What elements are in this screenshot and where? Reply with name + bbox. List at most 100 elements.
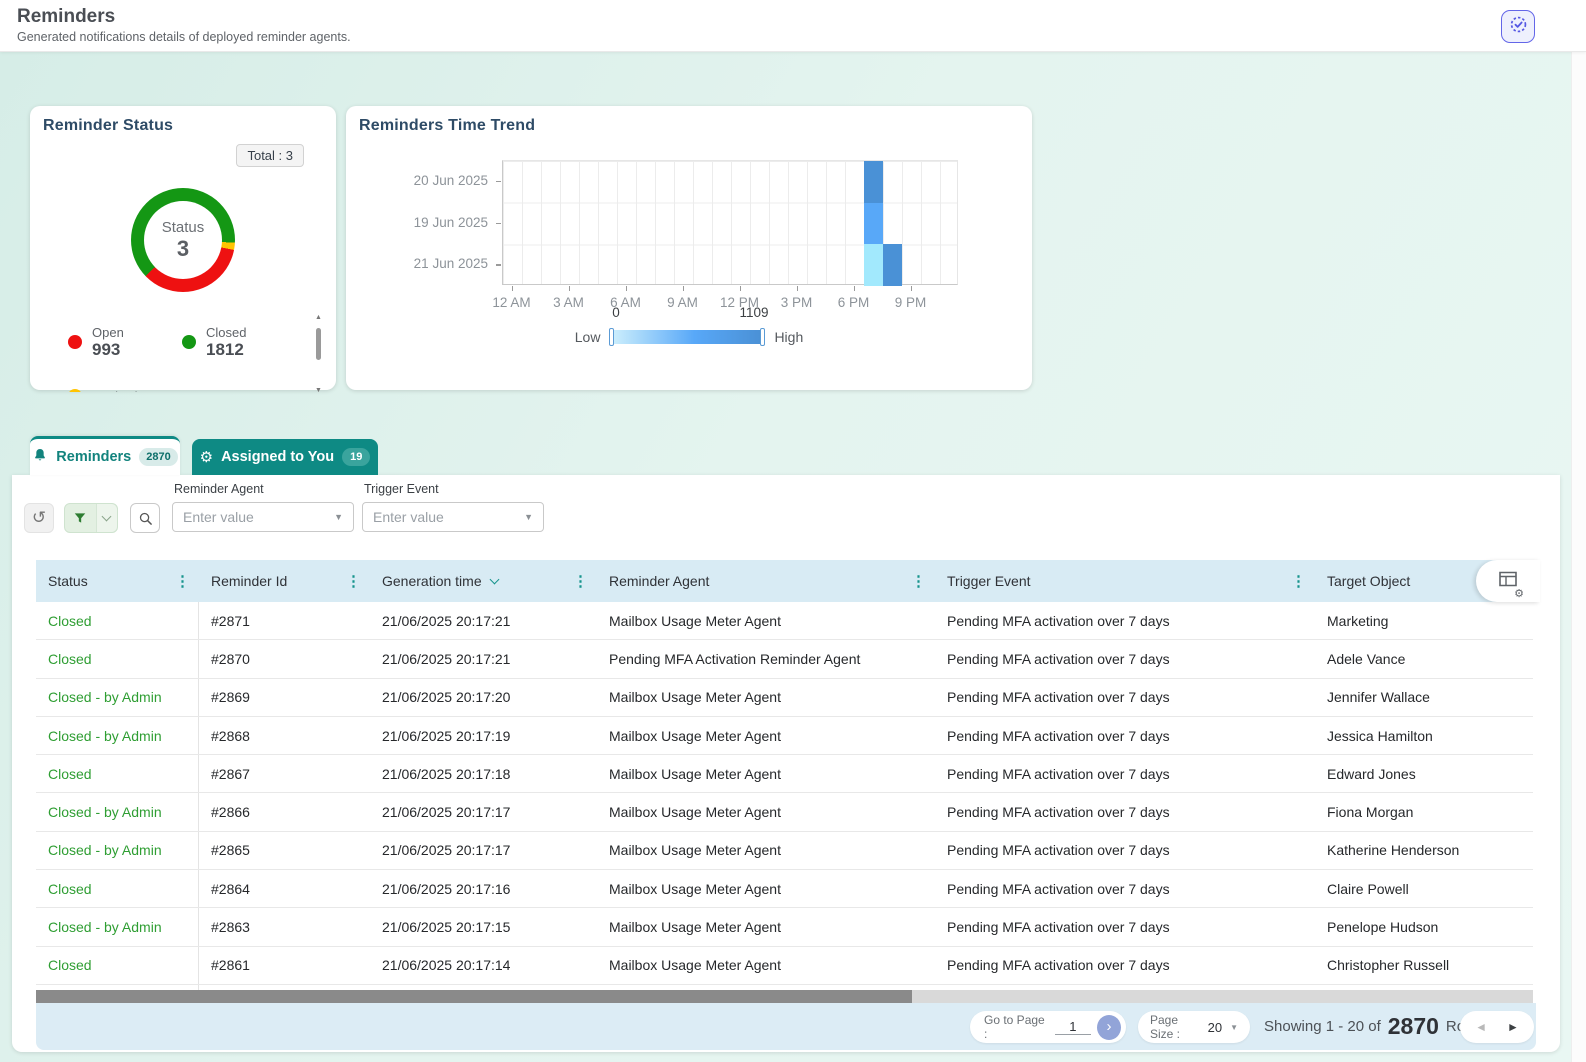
x-axis-tick — [854, 286, 856, 291]
reminder-app-button[interactable] — [1501, 10, 1535, 43]
heatmap-x-label: 3 AM — [544, 295, 594, 310]
go-to-page-button[interactable]: › — [1097, 1015, 1121, 1040]
trigger-event-select[interactable]: Enter value ▼ — [362, 502, 544, 532]
table-row[interactable]: Closed - by Admin#286921/06/2025 20:17:2… — [36, 679, 1533, 717]
table-row[interactable]: Closed#287121/06/2025 20:17:21Mailbox Us… — [36, 602, 1533, 640]
table-cell: 21/06/2025 20:17:14 — [370, 947, 597, 984]
x-axis-tick — [683, 286, 685, 291]
column-menu-icon[interactable]: ⋮ — [175, 572, 190, 590]
table-cell: 21/06/2025 20:17:21 — [370, 640, 597, 677]
reminder-agent-label: Reminder Agent — [174, 482, 264, 496]
status-donut-chart[interactable]: Status 3 — [131, 188, 235, 292]
legend-color-dot — [68, 389, 82, 392]
heatmap-plot[interactable] — [502, 160, 958, 285]
table-row[interactable]: Closed#287021/06/2025 20:17:21Pending MF… — [36, 640, 1533, 678]
next-page-icon[interactable]: ► — [1507, 1020, 1519, 1034]
sort-descending-icon[interactable] — [489, 574, 499, 584]
table-cell: Edward Jones — [1315, 755, 1533, 792]
heatmap-cell[interactable] — [864, 244, 883, 286]
table-cell: Claire Powell — [1315, 870, 1533, 907]
trigger-event-label: Trigger Event — [364, 482, 439, 496]
tab-assigned-label: Assigned to You — [221, 449, 334, 465]
column-header-trigger-event[interactable]: Trigger Event⋮ — [935, 560, 1315, 602]
color-scale-bar[interactable] — [612, 330, 762, 344]
column-header-reminder-agent[interactable]: Reminder Agent⋮ — [597, 560, 935, 602]
table-row[interactable]: Closed#286721/06/2025 20:17:18Mailbox Us… — [36, 755, 1533, 793]
go-to-page-input[interactable] — [1055, 1019, 1091, 1035]
table-cell: Katherine Henderson — [1315, 832, 1533, 869]
tab-reminders-label: Reminders — [56, 449, 131, 465]
filter-dropdown-button[interactable] — [96, 504, 117, 532]
table-cell: #2864 — [199, 870, 370, 907]
column-header-status[interactable]: Status⋮ — [36, 560, 199, 602]
heatmap-x-label: 9 PM — [886, 295, 936, 310]
page-title: Reminders — [17, 6, 115, 28]
page-size-select[interactable]: Page Size : 20 ▼ — [1138, 1011, 1250, 1043]
table-row[interactable]: Closed#286121/06/2025 20:17:14Mailbox Us… — [36, 947, 1533, 985]
filter-button[interactable] — [65, 504, 96, 532]
table-cell: Pending MFA activation over 7 days — [935, 793, 1315, 830]
table-cell: Adele Vance — [1315, 640, 1533, 677]
y-axis-tick — [496, 223, 501, 225]
table-cell: 21/06/2025 20:17:17 — [370, 832, 597, 869]
y-axis-tick — [496, 264, 501, 266]
tab-reminders[interactable]: Reminders 2870 — [30, 436, 180, 475]
status-legend-item[interactable]: Reviewing — [68, 372, 182, 392]
refresh-button[interactable]: ↺ — [24, 503, 54, 533]
table-row[interactable]: Closed - by Admin#286521/06/2025 20:17:1… — [36, 832, 1533, 870]
column-menu-icon[interactable]: ⋮ — [346, 572, 361, 590]
table-cell: Mailbox Usage Meter Agent — [597, 870, 935, 907]
trigger-event-placeholder: Enter value — [373, 509, 524, 525]
search-button[interactable] — [130, 503, 160, 533]
legend-value: 1812 — [206, 340, 246, 360]
tab-assigned-to-you[interactable]: ⚙ Assigned to You 19 — [192, 439, 378, 475]
status-cell: Closed — [36, 947, 199, 984]
filter-split-button[interactable] — [64, 503, 118, 533]
table-row[interactable]: Closed - by Admin#286621/06/2025 20:17:1… — [36, 793, 1533, 831]
table-cell: Pending MFA activation over 7 days — [935, 602, 1315, 639]
table-body: Closed#287121/06/2025 20:17:21Mailbox Us… — [36, 602, 1533, 996]
previous-page-icon[interactable]: ◄ — [1475, 1020, 1487, 1034]
time-trend-card: Reminders Time Trend 20 Jun 202519 Jun 2… — [346, 106, 1032, 390]
table-cell: Marketing — [1315, 602, 1533, 639]
legend-label: Open — [92, 325, 124, 340]
scroll-up-icon[interactable]: ▲ — [315, 314, 322, 321]
table-row[interactable]: Closed - by Admin#286321/06/2025 20:17:1… — [36, 908, 1533, 946]
column-header-generation-time[interactable]: Generation time⋮ — [370, 560, 597, 602]
x-axis-tick — [797, 286, 799, 291]
status-legend-item[interactable]: Open993 — [68, 318, 182, 366]
table-cell: Mailbox Usage Meter Agent — [597, 755, 935, 792]
scale-min-handle[interactable] — [609, 328, 614, 346]
horizontal-scrollbar[interactable] — [36, 990, 1533, 1003]
page-size-value: 20 — [1208, 1020, 1222, 1035]
page-scrollbar-track[interactable] — [1571, 52, 1586, 1062]
x-axis-tick — [569, 286, 571, 291]
table-row[interactable]: Closed - by Admin#286821/06/2025 20:17:1… — [36, 717, 1533, 755]
scale-max-handle[interactable] — [760, 328, 765, 346]
column-menu-icon[interactable]: ⋮ — [573, 572, 588, 590]
reminder-agent-select[interactable]: Enter value ▼ — [172, 502, 354, 532]
select-caret-icon: ▼ — [334, 512, 343, 522]
table-header-row: Status⋮Reminder Id⋮Generation time⋮Remin… — [36, 560, 1533, 602]
heatmap-x-label: 6 PM — [829, 295, 879, 310]
heatmap-color-scale[interactable]: Low High 0 1109 — [346, 329, 1032, 345]
app-header: Reminders Generated notifications detail… — [0, 0, 1586, 52]
column-menu-icon[interactable]: ⋮ — [911, 572, 926, 590]
column-settings-button[interactable]: ⚙ — [1476, 560, 1540, 602]
heatmap-cell[interactable] — [864, 203, 883, 245]
column-header-reminder-id[interactable]: Reminder Id⋮ — [199, 560, 370, 602]
horizontal-scrollbar-thumb[interactable] — [36, 990, 912, 1003]
scroll-down-icon[interactable]: ▼ — [315, 387, 322, 394]
bell-icon — [32, 447, 48, 468]
heatmap-cell[interactable] — [864, 161, 883, 203]
scale-low-label: Low — [575, 329, 601, 345]
legend-scrollbar[interactable]: ▲ ▼ — [314, 316, 324, 392]
table-cell: 21/06/2025 20:17:20 — [370, 679, 597, 716]
table-cell: Mailbox Usage Meter Agent — [597, 832, 935, 869]
status-legend-item[interactable]: Closed1812 — [182, 318, 296, 366]
search-icon — [138, 511, 153, 526]
table-row[interactable]: Closed#286421/06/2025 20:17:16Mailbox Us… — [36, 870, 1533, 908]
scrollbar-thumb[interactable] — [316, 328, 321, 360]
column-menu-icon[interactable]: ⋮ — [1291, 572, 1306, 590]
heatmap-cell[interactable] — [883, 244, 902, 286]
